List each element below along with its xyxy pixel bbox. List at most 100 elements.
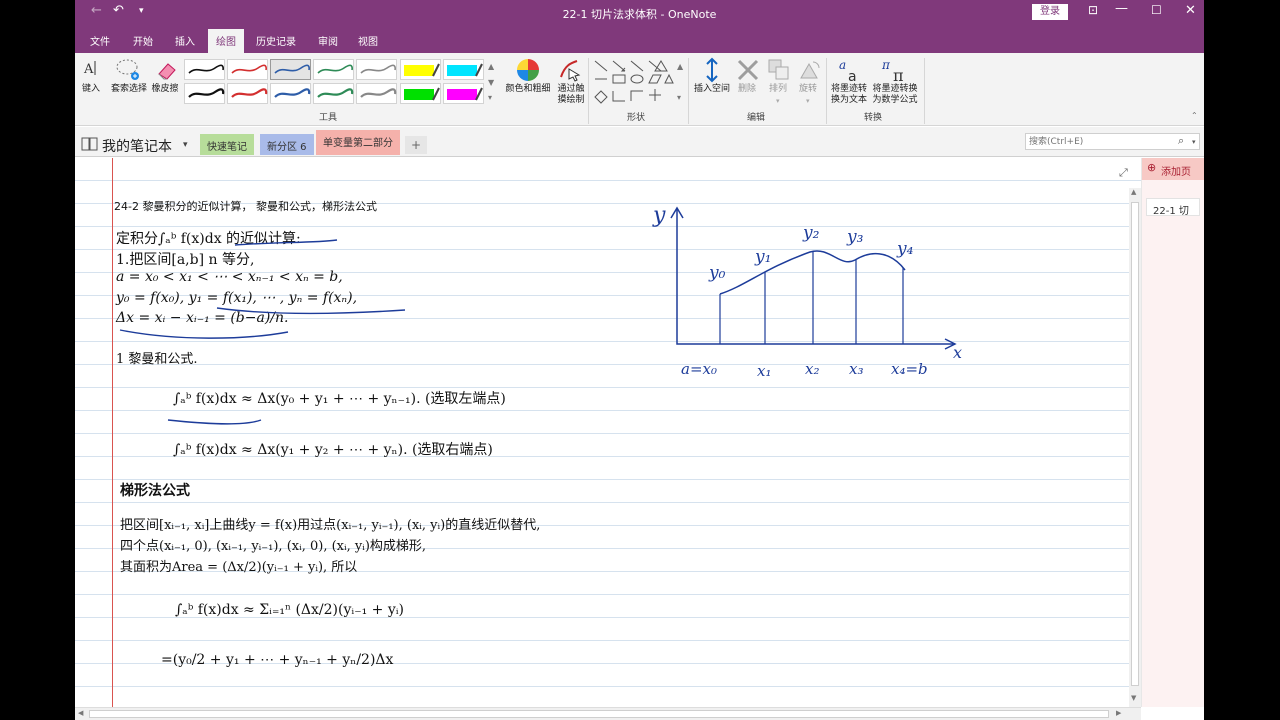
pen-swatch-9[interactable] bbox=[313, 83, 354, 104]
add-page-icon: ⊕ bbox=[1147, 161, 1157, 174]
delete-icon[interactable] bbox=[736, 58, 760, 82]
sketch-x2: x₂ bbox=[805, 360, 819, 378]
close-icon[interactable]: ✕ bbox=[1185, 3, 1196, 18]
pen-swatch-6[interactable] bbox=[184, 83, 225, 104]
scroll-thumb[interactable] bbox=[1131, 202, 1139, 686]
pen-gallery-more-icon[interactable]: ▾ bbox=[488, 93, 492, 102]
svg-text:A: A bbox=[83, 62, 94, 77]
type-tool-icon[interactable]: A bbox=[82, 57, 102, 83]
touch-draw-icon[interactable] bbox=[557, 57, 583, 83]
add-page-button[interactable]: ⊕ 添加页 bbox=[1142, 158, 1204, 180]
notebook-icon[interactable] bbox=[81, 136, 99, 151]
rotate-label: 旋转 bbox=[798, 84, 817, 94]
ink-to-math-label-2: 为数学公式 bbox=[872, 95, 918, 105]
pen-swatch-7[interactable] bbox=[227, 83, 268, 104]
ribbon-tabs: 文件 开始 插入 绘图 历史记录 审阅 视图 bbox=[75, 27, 1204, 53]
tab-home[interactable]: 开始 bbox=[133, 33, 153, 48]
search-icon[interactable]: ⌕ bbox=[1178, 134, 1184, 148]
shapes-group-label: 形状 bbox=[627, 113, 646, 123]
highlighter-green[interactable] bbox=[400, 83, 441, 104]
minimize-icon[interactable]: — bbox=[1115, 1, 1128, 16]
section-tab-new-section-6[interactable]: 新分区 6 bbox=[260, 134, 314, 155]
touch-draw-label-1: 通过触 bbox=[557, 84, 585, 94]
scroll-up-icon[interactable]: ▲ bbox=[1131, 188, 1136, 196]
pen-swatch-1[interactable] bbox=[184, 59, 225, 80]
scroll-down-icon[interactable]: ▼ bbox=[1131, 694, 1136, 702]
expand-page-icon[interactable]: ⤢ bbox=[1119, 166, 1128, 180]
add-section-button[interactable]: + bbox=[405, 136, 427, 154]
highlighter-magenta[interactable] bbox=[443, 83, 484, 104]
svg-text:a: a bbox=[848, 69, 857, 84]
pen-gallery-down-icon[interactable]: ▼ bbox=[488, 78, 494, 87]
pen-swatch-3[interactable] bbox=[270, 59, 311, 80]
scroll-right-icon[interactable]: ▶ bbox=[1116, 709, 1121, 717]
highlighter-yellow[interactable] bbox=[400, 59, 441, 80]
onenote-window: ← ↶ ▾ 22-1 切片法求体积 - OneNote 登录 ⊡ — ☐ ✕ 文… bbox=[75, 0, 1204, 720]
collapse-ribbon-icon[interactable]: ⌃ bbox=[1191, 111, 1198, 120]
vertical-scrollbar[interactable]: ▲ ▼ bbox=[1129, 188, 1141, 707]
tab-draw[interactable]: 绘图 bbox=[208, 29, 244, 53]
section-tab-univariate-part2[interactable]: 单变量第二部分 bbox=[316, 130, 400, 155]
section-tab-quick-notes[interactable]: 快速笔记 bbox=[200, 134, 254, 155]
ribbon-display-icon[interactable]: ⊡ bbox=[1088, 3, 1098, 17]
pen-swatch-2[interactable] bbox=[227, 59, 268, 80]
color-thickness-label: 颜色和粗细 bbox=[505, 84, 551, 94]
pen-swatch-5[interactable] bbox=[356, 59, 397, 80]
rotate-icon[interactable] bbox=[797, 58, 821, 82]
arrange-dropdown-icon[interactable]: ▾ bbox=[776, 97, 780, 105]
tools-group-label: 工具 bbox=[319, 113, 338, 123]
search-input[interactable] bbox=[1025, 133, 1200, 150]
sketch-x0: a=x₀ bbox=[681, 360, 717, 378]
title-bar: ← ↶ ▾ 22-1 切片法求体积 - OneNote 登录 ⊡ — ☐ ✕ bbox=[75, 0, 1204, 27]
shapes-up-icon[interactable]: ▲ bbox=[677, 62, 683, 71]
separator bbox=[588, 58, 589, 124]
insert-space-icon[interactable] bbox=[703, 57, 721, 83]
pen-swatch-10[interactable] bbox=[356, 83, 397, 104]
ink-to-text-label-1: 将墨迹转 bbox=[830, 84, 867, 94]
note-page[interactable]: ⤢ 24-2 黎曼积分的近似计算， 黎曼和公式，梯形法公式 定积分∫ₐᵇ f(x… bbox=[75, 158, 1141, 707]
sketch-y1: y₁ bbox=[754, 247, 771, 267]
sketch-y3: y₃ bbox=[846, 227, 864, 247]
sketch-y2: y₂ bbox=[802, 223, 820, 243]
search-scope-dropdown-icon[interactable]: ▾ bbox=[1192, 138, 1196, 146]
scroll-left-icon[interactable]: ◀ bbox=[78, 709, 83, 717]
notebook-dropdown-icon[interactable]: ▾ bbox=[183, 140, 188, 150]
ink-to-text-icon[interactable]: aa bbox=[837, 56, 863, 85]
touch-draw-label-2: 摸绘制 bbox=[557, 95, 585, 105]
tab-review[interactable]: 审阅 bbox=[318, 33, 338, 48]
ink-to-math-icon[interactable]: ππ bbox=[880, 56, 910, 85]
rotate-dropdown-icon[interactable]: ▾ bbox=[806, 97, 810, 105]
lasso-select-icon[interactable] bbox=[115, 57, 141, 83]
pen-swatch-8[interactable] bbox=[270, 83, 311, 104]
sketch-x4: x₄=b bbox=[891, 360, 928, 378]
shapes-gallery[interactable] bbox=[591, 57, 681, 107]
horizontal-scrollbar[interactable]: ◀ ▶ bbox=[75, 707, 1141, 720]
tab-history[interactable]: 历史记录 bbox=[256, 33, 296, 48]
login-button[interactable]: 登录 bbox=[1032, 4, 1068, 20]
sketch-y0: y₀ bbox=[708, 263, 726, 283]
page-list-item[interactable]: 22-1 切 bbox=[1146, 198, 1200, 216]
tab-file[interactable]: 文件 bbox=[90, 33, 110, 48]
hscroll-thumb[interactable] bbox=[89, 710, 1109, 718]
ink-to-text-label-2: 换为文本 bbox=[830, 95, 867, 105]
type-label: 键入 bbox=[81, 84, 100, 94]
pen-gallery-up-icon[interactable]: ▲ bbox=[488, 62, 494, 71]
tab-view[interactable]: 视图 bbox=[358, 33, 378, 48]
lasso-label: 套索选择 bbox=[110, 84, 147, 94]
ink-underlines bbox=[119, 239, 406, 425]
separator bbox=[924, 58, 925, 124]
trapezoid-title: 梯形法公式 bbox=[120, 483, 190, 499]
insert-space-label: 插入空间 bbox=[693, 84, 730, 94]
shapes-more-icon[interactable]: ▾ bbox=[677, 93, 681, 102]
trapezoid-line-1: 把区间[xᵢ₋₁, xᵢ]上曲线y = f(x)用过点(xᵢ₋₁, yᵢ₋₁),… bbox=[120, 518, 541, 533]
eraser-icon[interactable] bbox=[155, 58, 179, 82]
pen-swatch-4[interactable] bbox=[313, 59, 354, 80]
maximize-icon[interactable]: ☐ bbox=[1151, 3, 1162, 17]
notebook-name[interactable]: 我的笔记本 bbox=[102, 136, 172, 156]
convert-group-label: 转换 bbox=[864, 113, 883, 123]
arrange-icon[interactable] bbox=[767, 58, 791, 82]
tab-insert[interactable]: 插入 bbox=[175, 33, 195, 48]
highlighter-cyan[interactable] bbox=[443, 59, 484, 80]
ink-to-math-label-1: 将墨迹转换 bbox=[872, 84, 918, 94]
color-wheel-icon[interactable] bbox=[515, 57, 541, 83]
